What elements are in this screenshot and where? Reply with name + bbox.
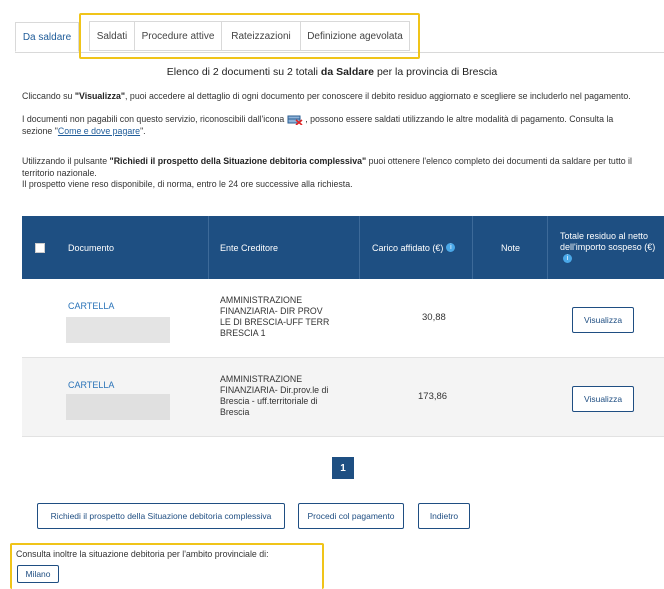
- redacted-document-number: [66, 317, 170, 343]
- ente-creditore-value: AMMINISTRAZIONE FINANZIARIA- DIR PROV LE…: [220, 295, 330, 338]
- tab-rateizzazioni[interactable]: Rateizzazioni: [222, 21, 301, 51]
- header-totale: Totale residuo al netto dell'importo sos…: [560, 216, 656, 279]
- header-documento: Documento: [68, 242, 115, 253]
- select-all-cell: [35, 216, 45, 279]
- header-ente-creditore: Ente Creditore: [220, 242, 279, 253]
- intro-text: ".: [140, 125, 146, 136]
- intro-bold: "Richiedi il prospetto della Situazione …: [109, 156, 367, 166]
- tab-saldati[interactable]: Saldati: [89, 21, 135, 51]
- ente-creditore-value: AMMINISTRAZIONE FINANZIARIA- Dir.prov.le…: [220, 374, 329, 417]
- select-all-checkbox[interactable]: [35, 242, 45, 253]
- intro-text: , puoi accedere al dettaglio di ogni doc…: [125, 91, 631, 101]
- title-prefix: Elenco di 2 documenti su 2 totali: [166, 66, 318, 78]
- title-suffix: per la provincia di Brescia: [376, 66, 498, 78]
- intro-text: , possono essere saldati utilizzando le …: [305, 114, 614, 124]
- col-divider: [472, 216, 473, 279]
- intro-text: sezione ": [22, 125, 58, 136]
- table-row: CARTELLA AMMINISTRAZIONE FINANZIARIA- Di…: [22, 358, 664, 437]
- col-divider: [359, 216, 360, 279]
- col-divider: [208, 216, 209, 279]
- pagination-page[interactable]: 1: [332, 457, 354, 479]
- indietro-button[interactable]: Indietro: [418, 503, 470, 529]
- intro-paragraph-2: I documenti non pagabili con questo serv…: [22, 114, 662, 137]
- header-carico: Carico affidato (€) i: [372, 216, 456, 279]
- intro-text: I documenti non pagabili con questo serv…: [22, 114, 285, 124]
- intro-bold: "Visualizza": [74, 91, 126, 101]
- province-note: Consulta inoltre la situazione debitoria…: [16, 549, 269, 559]
- tab-procedure-attive[interactable]: Procedure attive: [135, 21, 222, 51]
- header-totale-label: Totale residuo al netto dell'importo sos…: [560, 231, 656, 252]
- document-link[interactable]: CARTELLA: [68, 380, 114, 391]
- col-divider: [547, 216, 548, 279]
- intro-paragraph-1: Cliccando su "Visualizza", puoi accedere…: [22, 91, 662, 103]
- intro-text: Utilizzando il pulsante: [22, 156, 110, 166]
- info-icon[interactable]: i: [446, 243, 456, 252]
- procedi-pagamento-button[interactable]: Procedi col pagamento: [298, 503, 404, 529]
- tab-da-saldare[interactable]: Da saldare: [15, 22, 79, 52]
- tab-bar: Da saldare Saldati Procedure attive Rate…: [15, 13, 420, 59]
- table-header: Documento Ente Creditore Carico affidato…: [22, 216, 664, 279]
- carico-value: 173,86: [418, 391, 448, 402]
- come-e-dove-pagare-link[interactable]: Come e dove pagare: [58, 126, 140, 136]
- page-title: Elenco di 2 documenti su 2 totali da Sal…: [0, 66, 664, 78]
- visualizza-button[interactable]: Visualizza: [572, 386, 634, 412]
- tab-group-highlight: Saldati Procedure attive Rateizzazioni D…: [79, 13, 420, 59]
- header-carico-label: Carico affidato (€): [372, 242, 444, 253]
- table-row: CARTELLA AMMINISTRAZIONE FINANZIARIA- DI…: [22, 279, 664, 358]
- info-icon[interactable]: i: [563, 254, 572, 264]
- intro-text: Cliccando su: [22, 91, 75, 101]
- visualizza-button[interactable]: Visualizza: [572, 307, 634, 333]
- not-payable-icon: [287, 115, 303, 126]
- header-note: Note: [501, 242, 521, 253]
- redacted-document-number: [66, 394, 170, 420]
- carico-value: 30,88: [422, 312, 446, 323]
- tab-definizione-agevolata[interactable]: Definizione agevolata: [301, 21, 410, 51]
- richiedi-prospetto-button[interactable]: Richiedi il prospetto della Situazione d…: [37, 503, 285, 529]
- province-milano-button[interactable]: Milano: [17, 565, 59, 583]
- document-link[interactable]: CARTELLA: [68, 301, 114, 312]
- intro-paragraph-3: Utilizzando il pulsante "Richiedi il pro…: [22, 156, 662, 191]
- intro-text: Il prospetto viene reso disponibile, di …: [22, 179, 353, 189]
- title-middle: da Saldare: [320, 66, 375, 78]
